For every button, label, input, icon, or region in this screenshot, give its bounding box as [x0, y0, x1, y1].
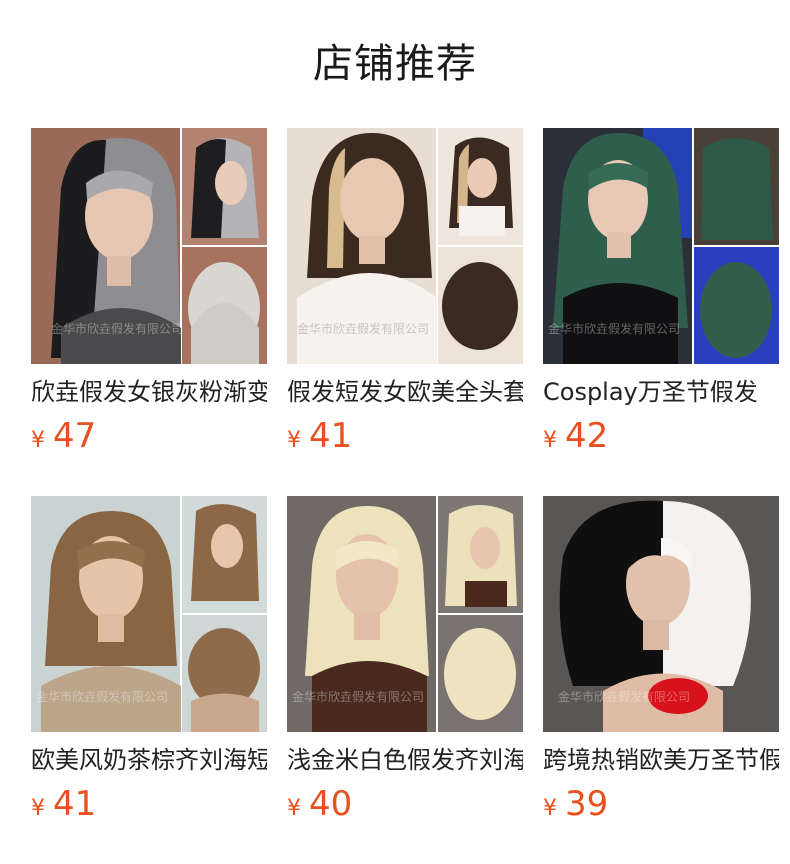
product-image[interactable]: 金华市欣垚假发有限公司 — [287, 128, 523, 364]
price-amount: 47 — [53, 416, 97, 456]
product-title[interactable]: Cosplay万圣节假发 — [543, 376, 779, 408]
product-card[interactable]: 金华市欣垚假发有限公司 假发短发女欧美全头套 ¥ 41 — [287, 128, 523, 496]
watermark: 金华市欣垚假发有限公司 — [51, 321, 183, 336]
product-image[interactable]: 金华市欣垚假发有限公司 — [31, 128, 267, 364]
product-grid: 金华市欣垚假发有限公司 欣垚假发女银灰粉渐变 ¥ 47 金华市欣垚假发有限公司 … — [31, 128, 779, 864]
watermark: 金华市欣垚假发有限公司 — [548, 321, 680, 336]
product-image[interactable]: 金华市欣垚假发有限公司 — [543, 496, 779, 732]
product-image[interactable]: 金华市欣垚假发有限公司 — [543, 128, 779, 364]
shop-recommendations-page: 店铺推荐 金华市欣垚假发有限公司 欣垚假发女银灰粉渐变 ¥ 47 金华市欣垚假发… — [0, 0, 790, 864]
currency-symbol: ¥ — [543, 428, 557, 453]
product-card[interactable]: 金华市欣垚假发有限公司 欣垚假发女银灰粉渐变 ¥ 47 — [31, 128, 267, 496]
watermark: 金华市欣垚假发有限公司 — [558, 689, 690, 704]
currency-symbol: ¥ — [31, 796, 45, 821]
product-card[interactable]: 金华市欣垚假发有限公司 欧美风奶茶棕齐刘海短 ¥ 41 — [31, 496, 267, 864]
currency-symbol: ¥ — [31, 428, 45, 453]
product-price: ¥ 39 — [543, 782, 608, 826]
price-amount: 41 — [53, 784, 97, 824]
product-card[interactable]: 金华市欣垚假发有限公司 浅金米白色假发齐刘海 ¥ 40 — [287, 496, 523, 864]
product-image[interactable]: 金华市欣垚假发有限公司 — [287, 496, 523, 732]
product-image[interactable]: 金华市欣垚假发有限公司 — [31, 496, 267, 732]
product-card[interactable]: 金华市欣垚假发有限公司 Cosplay万圣节假发 ¥ 42 — [543, 128, 779, 496]
currency-symbol: ¥ — [543, 796, 557, 821]
watermark: 金华市欣垚假发有限公司 — [36, 689, 168, 704]
product-price: ¥ 40 — [287, 782, 352, 826]
price-amount: 40 — [309, 784, 353, 824]
product-title[interactable]: 欧美风奶茶棕齐刘海短 — [31, 744, 267, 776]
product-card[interactable]: 金华市欣垚假发有限公司 跨境热销欧美万圣节假 ¥ 39 — [543, 496, 779, 864]
product-title[interactable]: 浅金米白色假发齐刘海 — [287, 744, 523, 776]
watermark: 金华市欣垚假发有限公司 — [297, 321, 429, 336]
product-title[interactable]: 欣垚假发女银灰粉渐变 — [31, 376, 267, 408]
product-price: ¥ 41 — [31, 782, 96, 826]
currency-symbol: ¥ — [287, 796, 301, 821]
product-price: ¥ 42 — [543, 414, 608, 458]
product-title[interactable]: 假发短发女欧美全头套 — [287, 376, 523, 408]
watermark: 金华市欣垚假发有限公司 — [292, 689, 424, 704]
currency-symbol: ¥ — [287, 428, 301, 453]
price-amount: 41 — [309, 416, 353, 456]
price-amount: 42 — [565, 416, 609, 456]
section-title: 店铺推荐 — [313, 41, 477, 87]
product-title[interactable]: 跨境热销欧美万圣节假 — [543, 744, 779, 776]
product-price: ¥ 47 — [31, 414, 96, 458]
price-amount: 39 — [565, 784, 609, 824]
product-price: ¥ 41 — [287, 414, 352, 458]
